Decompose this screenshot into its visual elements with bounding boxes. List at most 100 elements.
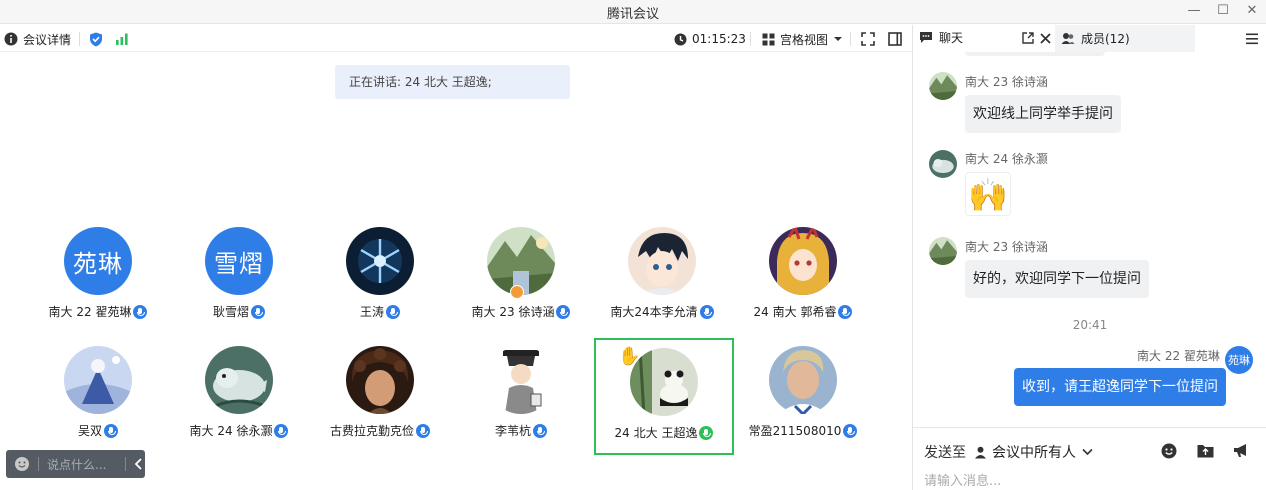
- view-mode-dropdown[interactable]: 宫格视图: [762, 29, 843, 49]
- avatar: 雪熠: [205, 227, 273, 295]
- panel-tabs: 聊天 成员(12): [913, 25, 1266, 52]
- sidebar-toggle-icon[interactable]: [888, 29, 902, 49]
- participant-name: 24 南大 郭希睿: [713, 303, 893, 320]
- message-bubble-mine: 收到，请王超逸同学下一位提问: [1014, 368, 1226, 406]
- avatar: [929, 72, 957, 100]
- menu-icon[interactable]: [1245, 33, 1259, 45]
- chat-messages[interactable]: 南大 23 徐诗涵 欢迎线上同学举手提问 南大 24 徐永灏 🙌 南大 23 徐…: [913, 52, 1266, 427]
- participant-tile[interactable]: 24 南大 郭希睿: [733, 227, 873, 344]
- avatar: [769, 346, 837, 414]
- previous-message-bubble: [965, 52, 1105, 56]
- participant-tile[interactable]: 常盈211508010: [733, 346, 873, 463]
- host-badge-icon: [510, 285, 524, 299]
- participant-tile[interactable]: 王涛: [310, 227, 450, 344]
- message-sender: 南大 24 徐永灏: [965, 152, 1048, 166]
- tab-members[interactable]: 成员(12): [1055, 25, 1195, 52]
- participant-tile[interactable]: 南大 24 徐永灏: [169, 346, 309, 463]
- side-panel: 聊天 成员(12) 南大 23 徐诗涵 欢迎线上同学举手提问 南大 24 徐永灏…: [912, 25, 1266, 490]
- microphone-icon: [133, 304, 148, 319]
- tab-members-label: 成员(12): [1081, 32, 1130, 46]
- avatar: 苑琳: [64, 227, 132, 295]
- meeting-timer: 01:15:23: [674, 29, 746, 49]
- close-button[interactable]: ✕: [1240, 2, 1264, 20]
- grid-view-icon: [762, 33, 775, 45]
- emoji-icon[interactable]: [14, 456, 30, 472]
- participant-tile[interactable]: 南大 23 徐诗涵: [451, 227, 591, 344]
- message-composer: 发送至 会议中所有人 请输入消息...: [913, 427, 1266, 490]
- microphone-icon: [533, 423, 547, 438]
- send-to-label: 发送至: [924, 445, 966, 461]
- message-bubble: 好的，欢迎同学下一位提问: [965, 260, 1149, 298]
- microphone-icon: [251, 304, 265, 319]
- popout-icon[interactable]: [1022, 32, 1034, 44]
- participant-tile[interactable]: 雪熠 耿雪熠: [169, 227, 309, 344]
- emoji-message: 🙌: [965, 172, 1011, 216]
- window-title: 腾讯会议: [606, 7, 659, 22]
- fullscreen-icon[interactable]: [861, 29, 875, 49]
- divider: [125, 457, 126, 471]
- microphone-icon: [699, 425, 714, 440]
- message-sender: 南大 23 徐诗涵: [965, 75, 1048, 89]
- message-input[interactable]: 请输入消息...: [924, 470, 1001, 489]
- avatar: [205, 346, 273, 414]
- message-sender: 南大 22 翟苑琳: [1137, 349, 1220, 363]
- microphone-icon: [416, 423, 430, 438]
- microphone-icon: [843, 423, 858, 438]
- tab-chat-label: 聊天: [939, 31, 964, 45]
- microphone-icon: [274, 423, 289, 438]
- timer-value: 01:15:23: [692, 32, 746, 46]
- avatar: [64, 346, 132, 414]
- avatar: [346, 346, 414, 414]
- signal-icon[interactable]: [115, 29, 129, 49]
- avatar: [929, 237, 957, 265]
- microphone-icon: [838, 304, 853, 319]
- file-upload-icon[interactable]: [1197, 443, 1214, 458]
- avatar: [487, 346, 555, 414]
- clock-icon: [674, 33, 687, 45]
- message-timestamp: 20:41: [1072, 318, 1108, 332]
- divider: [850, 32, 851, 46]
- chat-bubble-icon: [920, 32, 932, 43]
- meeting-toolbar: 会议详情 01:15:23 宫格视图: [0, 25, 912, 52]
- message-sender: 南大 23 徐诗涵: [965, 240, 1048, 254]
- raised-hand-icon: ✋: [618, 346, 641, 367]
- tab-chat[interactable]: 聊天: [919, 29, 963, 46]
- quick-chat-input[interactable]: 说点什么...: [6, 450, 145, 478]
- security-shield-icon[interactable]: [89, 29, 103, 49]
- participant-name: 常盈211508010: [713, 422, 893, 439]
- divider: [79, 32, 80, 46]
- avatar: [628, 227, 696, 295]
- chevron-down-icon: [1082, 448, 1093, 456]
- person-icon: [975, 446, 986, 458]
- meeting-info-label: 会议详情: [23, 32, 72, 47]
- participant-tile[interactable]: 苑琳 南大 22 翟苑琳: [28, 227, 168, 344]
- microphone-icon: [699, 304, 714, 319]
- video-grid: 正在讲话: 24 北大 王超逸; 苑琳 南大 22 翟苑琳 雪熠 耿雪熠 王涛 …: [0, 52, 912, 490]
- participant-tile[interactable]: 南大24本李允清: [592, 227, 732, 344]
- view-mode-label: 宫格视图: [780, 32, 829, 47]
- emoji-icon[interactable]: [1161, 443, 1177, 459]
- send-to-selector[interactable]: 发送至 会议中所有人: [924, 442, 1093, 462]
- members-icon: [1061, 33, 1075, 44]
- announcement-icon[interactable]: [1233, 443, 1250, 458]
- message-bubble: 欢迎线上同学举手提问: [965, 95, 1121, 133]
- quick-chat-placeholder: 说点什么...: [47, 457, 107, 472]
- microphone-icon: [104, 423, 118, 438]
- microphone-icon: [556, 304, 571, 319]
- participant-tile[interactable]: 吴双: [28, 346, 168, 463]
- divider: [750, 32, 751, 46]
- participant-tile[interactable]: 古费拉克勤克俭: [310, 346, 450, 463]
- chevron-left-icon[interactable]: [134, 458, 144, 470]
- minimize-button[interactable]: —: [1182, 2, 1206, 20]
- avatar: [346, 227, 414, 295]
- avatar: [487, 227, 555, 295]
- avatar: [769, 227, 837, 295]
- recipient-label: 会议中所有人: [992, 445, 1076, 461]
- maximize-button[interactable]: ☐: [1211, 2, 1235, 20]
- speaking-indicator: 正在讲话: 24 北大 王超逸;: [335, 65, 570, 99]
- close-icon[interactable]: [1040, 33, 1051, 44]
- meeting-info-button[interactable]: 会议详情: [4, 29, 71, 49]
- participant-tile[interactable]: 李苇杭: [451, 346, 591, 463]
- info-icon: [4, 32, 18, 46]
- title-bar: 腾讯会议 — ☐ ✕: [0, 0, 1266, 24]
